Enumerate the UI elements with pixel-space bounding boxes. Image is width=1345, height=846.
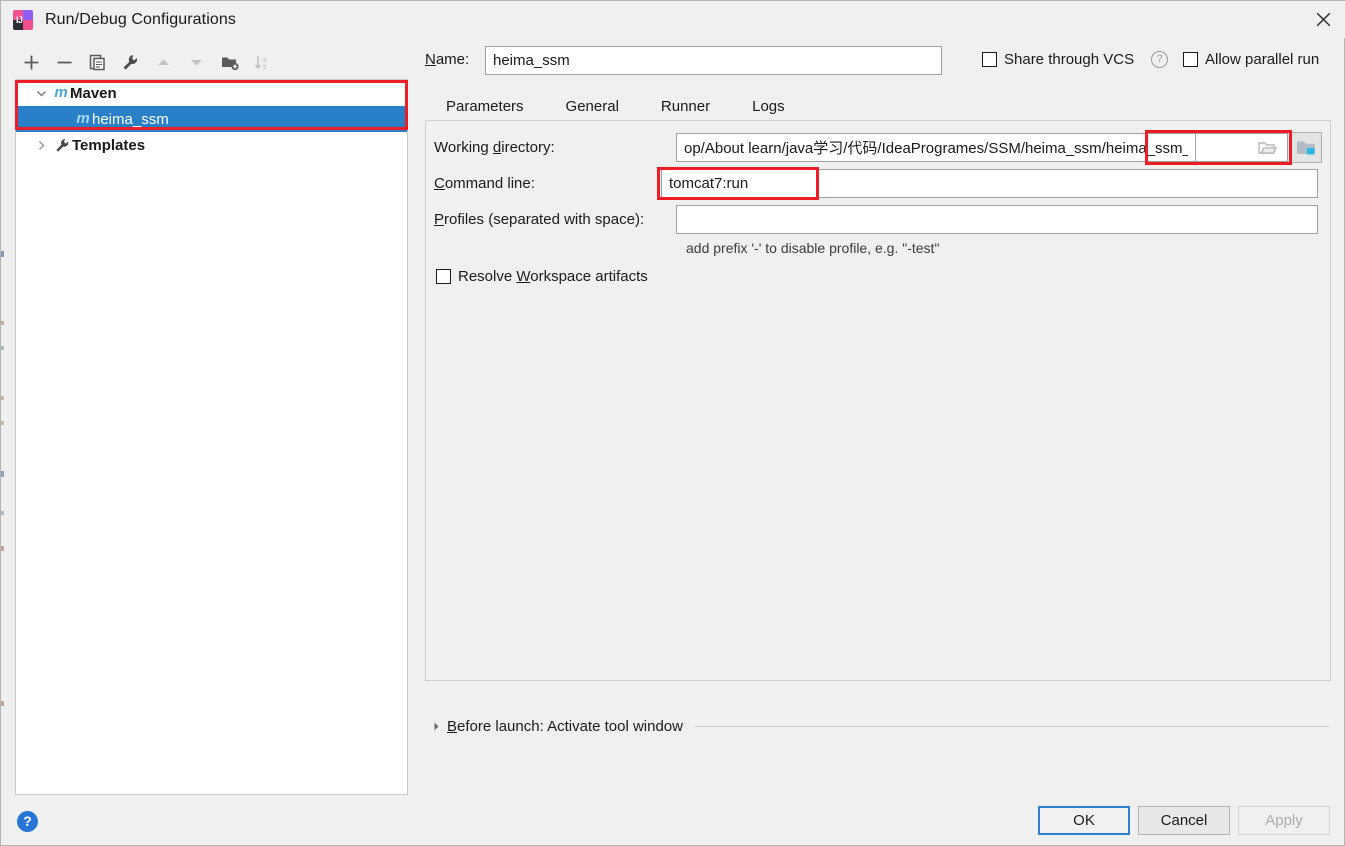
ok-button[interactable]: OK <box>1038 806 1130 835</box>
cancel-button[interactable]: Cancel <box>1138 806 1230 835</box>
folder-browse-icon[interactable] <box>1196 133 1288 162</box>
before-launch-divider <box>694 725 1329 727</box>
tab-general[interactable]: General <box>545 91 640 121</box>
configuration-tabs: Parameters General Runner Logs <box>425 91 1331 124</box>
checkbox-box <box>982 52 997 67</box>
background-window-artifact <box>1 546 4 551</box>
apply-button: Apply <box>1238 806 1330 835</box>
dialog-title: Run/Debug Configurations <box>45 10 236 28</box>
tree-node-heima-ssm[interactable]: m heima_ssm <box>16 106 407 132</box>
tab-label: General <box>565 97 619 115</box>
tab-logs[interactable]: Logs <box>731 91 806 121</box>
checkbox-box <box>1183 52 1198 67</box>
command-line-input[interactable] <box>661 169 1318 198</box>
module-folder-icon[interactable] <box>1291 132 1322 163</box>
tab-label: Runner <box>660 97 711 115</box>
before-launch-section: Before launch: Activate tool window <box>425 713 1331 739</box>
background-window-artifact <box>1 701 4 706</box>
command-line-label: Command line: <box>434 175 535 192</box>
close-icon[interactable] <box>1300 1 1345 37</box>
configurations-toolbar: a z <box>15 46 407 78</box>
profiles-label: Profiles (separated with space): <box>434 211 645 228</box>
before-launch-label[interactable]: Before launch: Activate tool window <box>447 718 683 735</box>
move-up-button[interactable] <box>147 47 180 77</box>
tree-node-label: heima_ssm <box>92 110 169 128</box>
remove-configuration-button[interactable] <box>48 47 81 77</box>
help-icon[interactable]: ? <box>1151 51 1168 68</box>
svg-text:a: a <box>263 57 267 64</box>
share-through-vcs-label: Share through VCS <box>1004 51 1135 68</box>
tab-runner[interactable]: Runner <box>640 91 731 121</box>
name-input[interactable] <box>485 46 942 75</box>
move-down-button[interactable] <box>180 47 213 77</box>
working-directory-input[interactable] <box>676 133 1196 162</box>
add-configuration-button[interactable] <box>15 47 48 77</box>
configurations-tree[interactable]: m Maven m heima_ssm Templates <box>15 79 408 795</box>
help-icon[interactable]: ? <box>17 811 38 832</box>
background-window-artifact <box>1 421 4 425</box>
tab-label: Parameters <box>446 97 524 115</box>
tree-node-templates[interactable]: Templates <box>16 132 407 158</box>
allow-parallel-run-checkbox[interactable]: Allow parallel run <box>1183 51 1319 68</box>
maven-icon: m <box>54 84 68 101</box>
tree-node-label: Maven <box>70 84 117 102</box>
maven-icon: m <box>76 110 90 127</box>
background-window-artifact <box>1 471 4 477</box>
wrench-icon <box>52 138 72 153</box>
background-window-artifact <box>1 346 4 350</box>
edit-templates-button[interactable] <box>114 47 147 77</box>
tab-label: Logs <box>752 97 785 115</box>
tree-node-maven[interactable]: m Maven <box>16 80 407 106</box>
sort-configurations-button[interactable]: a z <box>246 47 279 77</box>
tab-parameters[interactable]: Parameters <box>425 91 545 124</box>
share-through-vcs-checkbox[interactable]: Share through VCS <box>982 51 1134 68</box>
background-window-artifact <box>1 321 4 325</box>
working-directory-label: Working directory: <box>434 139 555 156</box>
chevron-down-icon[interactable] <box>30 88 52 99</box>
checkbox-box <box>436 269 451 284</box>
background-window-artifact <box>1 251 4 257</box>
svg-text:z: z <box>263 64 267 71</box>
copy-configuration-button[interactable] <box>81 47 114 77</box>
resolve-workspace-artifacts-label: Resolve Workspace artifacts <box>458 268 648 285</box>
name-label: Name: <box>425 51 470 68</box>
resolve-workspace-artifacts-checkbox[interactable]: Resolve Workspace artifacts <box>436 268 648 285</box>
allow-parallel-run-label: Allow parallel run <box>1205 51 1320 68</box>
background-window-artifact <box>1 396 4 400</box>
run-debug-configurations-dialog: IJ Run/Debug Configurations a z m Maven … <box>0 0 1345 846</box>
chevron-right-icon[interactable] <box>425 721 447 732</box>
title-bar: IJ Run/Debug Configurations <box>1 1 1345 38</box>
intellij-idea-icon: IJ <box>13 9 33 30</box>
new-folder-button[interactable] <box>213 47 246 77</box>
profiles-hint: add prefix '-' to disable profile, e.g. … <box>686 240 940 256</box>
chevron-right-icon[interactable] <box>30 140 52 151</box>
tree-node-label: Templates <box>72 136 146 154</box>
profiles-input[interactable] <box>676 205 1318 234</box>
background-window-artifact <box>1 511 4 515</box>
